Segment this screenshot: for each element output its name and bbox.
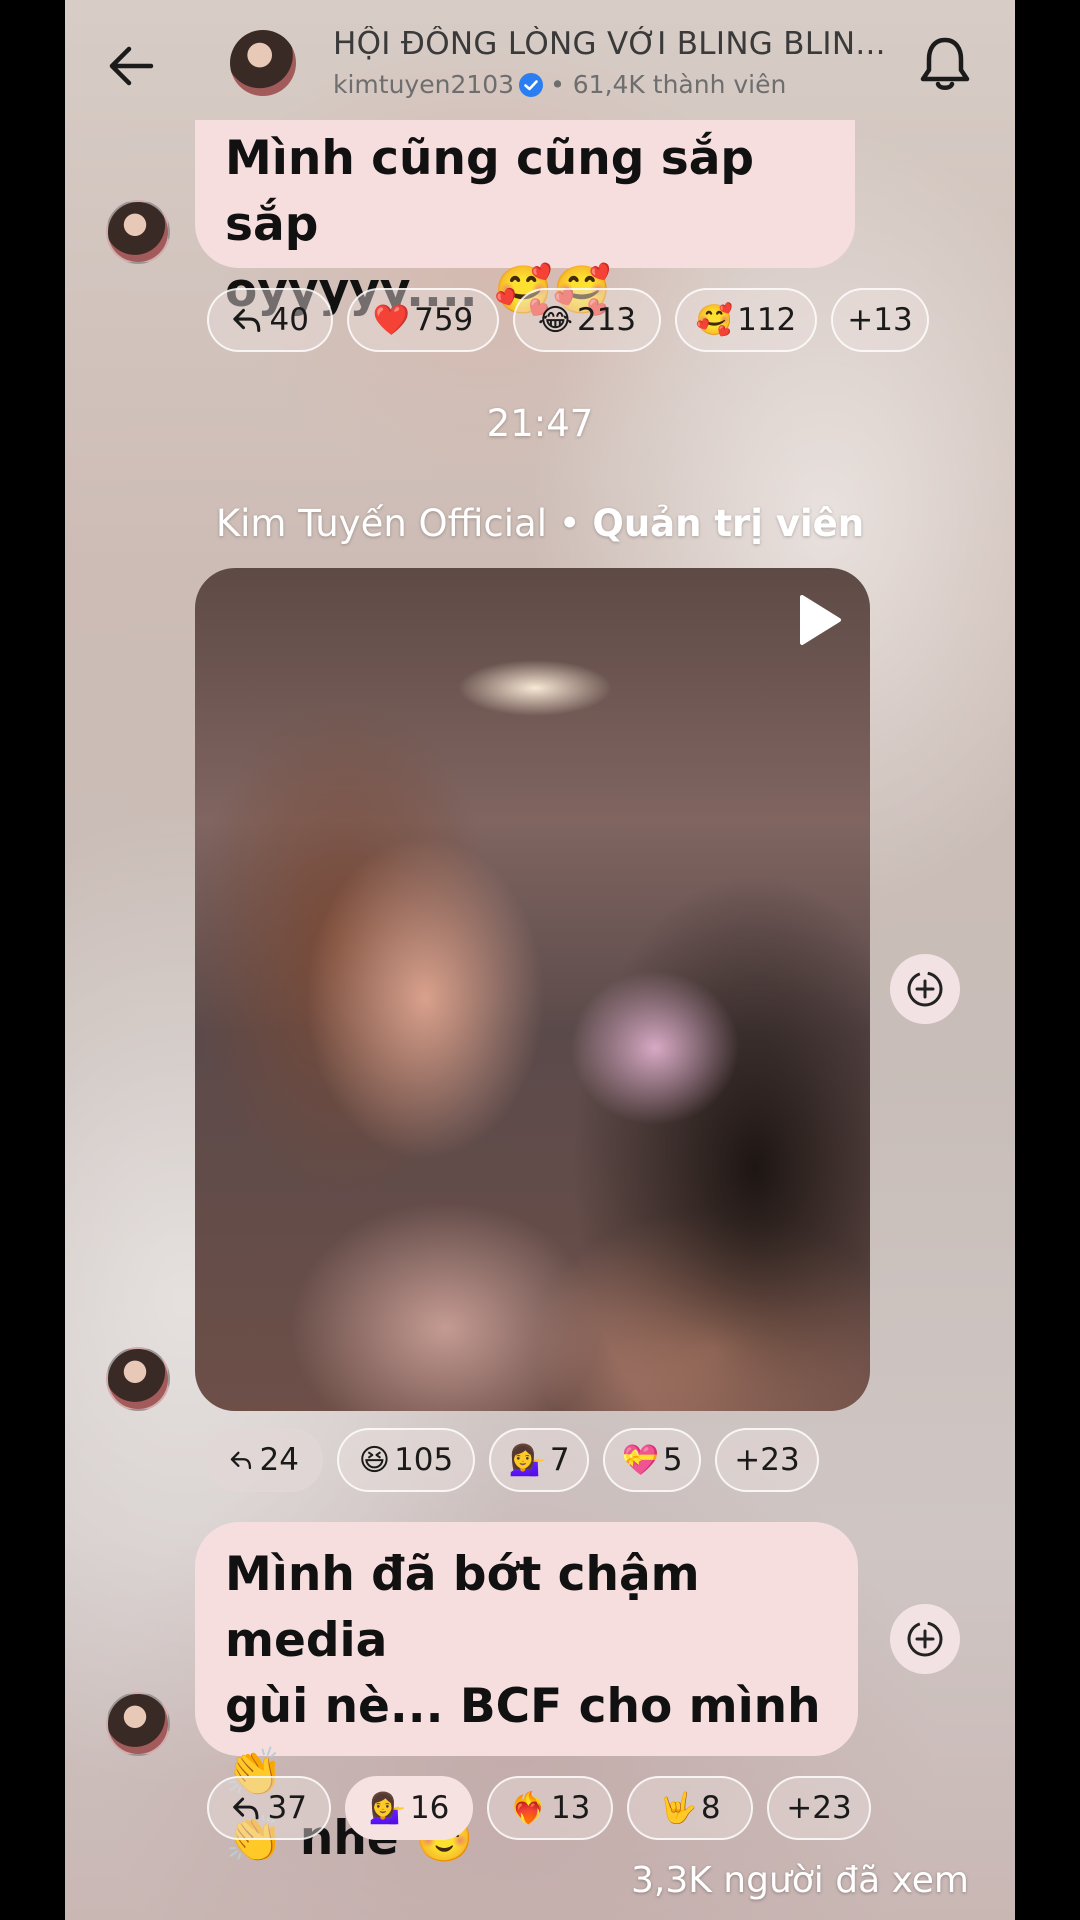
tipping-hand-emoji: 💁‍♀️ bbox=[368, 1790, 406, 1826]
sender-avatar[interactable] bbox=[106, 200, 170, 264]
reaction-bar: 37 💁‍♀️ 16 ❤️‍🔥 13 🤟 8 +23 bbox=[207, 1776, 871, 1840]
message-text-line: Mình đã bớt chậm media bbox=[225, 1547, 700, 1668]
channel-avatar[interactable] bbox=[230, 30, 296, 96]
reply-count-button[interactable]: 37 bbox=[207, 1776, 331, 1840]
love-you-gesture-emoji: 🤟 bbox=[659, 1790, 697, 1826]
grinning-squint-emoji: 😆 bbox=[358, 1442, 391, 1478]
reaction-count: +23 bbox=[734, 1442, 800, 1478]
heart-ribbon-emoji: 💝 bbox=[621, 1442, 659, 1478]
reaction-count: 5 bbox=[662, 1442, 683, 1478]
video-post[interactable] bbox=[195, 568, 870, 1411]
reaction-count: 112 bbox=[737, 302, 797, 338]
add-reaction-button[interactable] bbox=[890, 1604, 960, 1674]
channel-title[interactable]: HỘI ĐỒNG LÒNG VỚI BLING BLIN... bbox=[333, 26, 913, 62]
message-bubble[interactable]: Mình đã bớt chậm media gùi nè... BCF cho… bbox=[195, 1522, 858, 1866]
chat-channel-screen: HỘI ĐỒNG LÒNG VỚI BLING BLIN... kimtuyen… bbox=[65, 0, 1015, 1920]
reaction-chip[interactable]: 😂 213 bbox=[513, 288, 661, 352]
add-reaction-button[interactable] bbox=[890, 954, 960, 1024]
view-count[interactable]: 3,3K người đã xem bbox=[631, 1860, 969, 1901]
reply-count-button[interactable]: 24 bbox=[205, 1428, 323, 1492]
notifications-button[interactable] bbox=[917, 32, 973, 94]
reaction-chip[interactable]: 😆 105 bbox=[337, 1428, 475, 1492]
reaction-chip[interactable]: ❤️‍🔥 13 bbox=[487, 1776, 613, 1840]
reaction-count: 105 bbox=[394, 1442, 454, 1478]
more-reactions-button[interactable]: +23 bbox=[767, 1776, 871, 1840]
author-line: Kim Tuyến Official • Quản trị viên bbox=[65, 502, 1015, 545]
reply-icon bbox=[233, 308, 261, 333]
back-button[interactable] bbox=[101, 36, 161, 96]
heart-on-fire-emoji: ❤️‍🔥 bbox=[509, 1790, 547, 1826]
laughing-emoji: 😂 bbox=[537, 302, 573, 338]
more-reactions-button[interactable]: +13 bbox=[831, 288, 929, 352]
reaction-count: +23 bbox=[786, 1790, 852, 1826]
sender-avatar[interactable] bbox=[106, 1347, 170, 1411]
channel-subtitle: kimtuyen2103 • 61,4K thành viên bbox=[333, 70, 786, 99]
reaction-count: 37 bbox=[267, 1790, 307, 1826]
reaction-count: 24 bbox=[259, 1442, 299, 1478]
reaction-bar: 24 😆 105 💁‍♀️ 7 💝 5 +23 bbox=[205, 1428, 819, 1492]
add-reaction-icon bbox=[907, 1621, 943, 1657]
reaction-bar: 40 ❤️ 759 😂 213 🥰 112 +13 bbox=[207, 288, 929, 352]
reaction-chip[interactable]: ❤️ 759 bbox=[347, 288, 499, 352]
reaction-chip[interactable]: 💁‍♀️ 7 bbox=[489, 1428, 589, 1492]
more-reactions-button[interactable]: +23 bbox=[715, 1428, 819, 1492]
author-name[interactable]: Kim Tuyến Official bbox=[216, 502, 547, 545]
tipping-hand-emoji: 💁‍♀️ bbox=[508, 1442, 546, 1478]
author-role: Quản trị viên bbox=[592, 502, 865, 545]
channel-username[interactable]: kimtuyen2103 bbox=[333, 70, 514, 99]
bell-icon bbox=[920, 37, 970, 90]
reaction-count: 213 bbox=[576, 302, 637, 338]
header: HỘI ĐỒNG LÒNG VỚI BLING BLIN... kimtuyen… bbox=[65, 0, 1015, 125]
author-separator: • bbox=[547, 502, 593, 545]
message-timestamp: 21:47 bbox=[486, 402, 594, 445]
reply-icon bbox=[233, 1797, 259, 1820]
sender-avatar[interactable] bbox=[106, 1692, 170, 1756]
message-text-line: Mình cũng cũng sắp sắp bbox=[225, 131, 755, 252]
verified-badge-icon bbox=[519, 72, 544, 97]
reaction-chip[interactable]: 🥰 112 bbox=[675, 288, 817, 352]
play-icon[interactable] bbox=[798, 594, 842, 646]
reply-icon bbox=[230, 1451, 252, 1470]
reaction-chip-selected[interactable]: 💁‍♀️ 16 bbox=[345, 1776, 473, 1840]
reaction-count: +13 bbox=[847, 302, 913, 338]
reaction-count: 40 bbox=[269, 302, 309, 338]
reaction-chip[interactable]: 💝 5 bbox=[603, 1428, 701, 1492]
reaction-count: 8 bbox=[700, 1790, 721, 1826]
arrow-left-icon bbox=[109, 46, 154, 86]
smiling-hearts-emoji: 🥰 bbox=[695, 302, 734, 338]
reaction-count: 7 bbox=[549, 1442, 570, 1478]
member-count: • 61,4K thành viên bbox=[550, 70, 787, 99]
heart-emoji: ❤️ bbox=[372, 302, 411, 338]
reply-count-button[interactable]: 40 bbox=[207, 288, 333, 352]
reaction-count: 13 bbox=[550, 1790, 591, 1826]
reaction-count: 759 bbox=[414, 302, 474, 338]
message-bubble[interactable]: Mình cũng cũng sắp sắp oyyyyy.... 🥰🥰 bbox=[195, 120, 855, 318]
reaction-chip[interactable]: 🤟 8 bbox=[627, 1776, 753, 1840]
add-reaction-icon bbox=[907, 971, 943, 1007]
reaction-count: 16 bbox=[409, 1790, 450, 1826]
